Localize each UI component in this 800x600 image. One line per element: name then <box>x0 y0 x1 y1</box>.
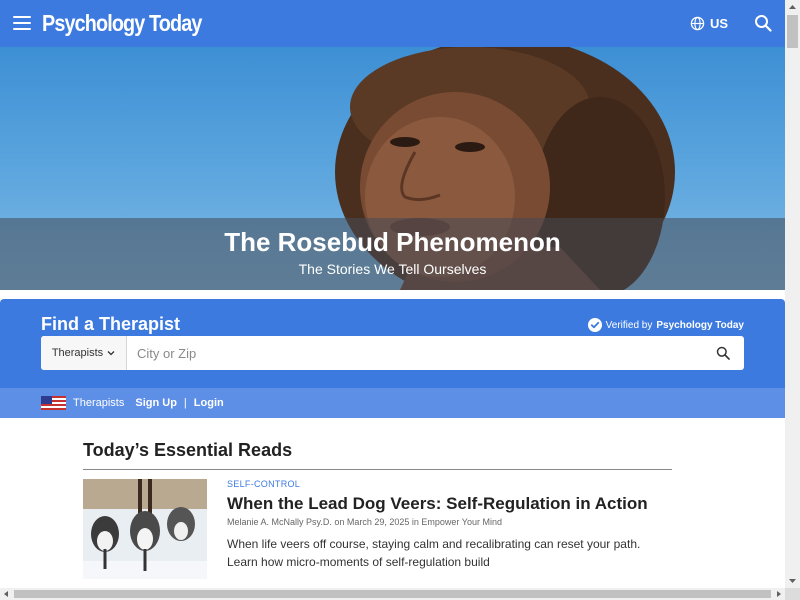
horizontal-scroll-thumb[interactable] <box>14 590 771 598</box>
find-therapist-title: Find a Therapist <box>41 314 181 334</box>
article-title[interactable]: When the Lead Dog Veers: Self-Regulation… <box>227 493 672 514</box>
article-meta: Melanie A. McNally Psy.D. on March 29, 2… <box>227 517 502 527</box>
hamburger-menu-icon[interactable] <box>13 16 31 30</box>
vertical-scroll-thumb[interactable] <box>787 15 798 48</box>
link-separator: | <box>183 397 187 409</box>
sign-up-link[interactable]: Sign Up <box>135 397 177 409</box>
hero-title[interactable]: The Rosebud Phenomenon <box>0 227 785 258</box>
chevron-down-icon <box>107 351 115 356</box>
page: Psychology Today US The Rosebud Phenomen… <box>0 0 785 588</box>
finder-links-bar: Therapists Sign Up | Login <box>0 388 785 418</box>
scrollbar-corner <box>785 588 800 600</box>
therapist-search-bar: Therapists <box>41 336 744 370</box>
site-logo[interactable]: Psychology Today <box>42 8 202 38</box>
login-link[interactable]: Login <box>194 397 224 409</box>
us-flag-icon <box>41 396 66 410</box>
scroll-right-arrow-icon[interactable] <box>773 588 785 600</box>
article-thumbnail[interactable] <box>83 479 207 579</box>
provider-type-select[interactable]: Therapists <box>41 336 127 370</box>
scroll-left-arrow-icon[interactable] <box>0 588 12 600</box>
scroll-up-arrow-icon[interactable] <box>785 0 800 14</box>
city-or-zip-input[interactable] <box>127 336 716 370</box>
verified-badge: Verified by Psychology Today <box>587 318 744 332</box>
vertical-scrollbar[interactable] <box>785 0 800 588</box>
globe-icon <box>690 16 705 30</box>
essential-reads-section: Today’s Essential Reads SELF-CONTROL Whe… <box>83 440 672 579</box>
provider-type-value: Therapists <box>51 347 104 359</box>
article-body: SELF-CONTROL When the Lead Dog Veers: Se… <box>227 479 672 571</box>
article-card[interactable]: SELF-CONTROL When the Lead Dog Veers: Se… <box>83 479 672 588</box>
find-therapist-panel: Find a Therapist Verified by Psychology … <box>0 299 785 418</box>
hero-banner[interactable]: The Rosebud Phenomenon The Stories We Te… <box>0 47 785 290</box>
region-selector[interactable]: US <box>690 14 728 32</box>
hero-subtitle: The Stories We Tell Ourselves <box>298 261 487 277</box>
verified-brand: Psychology Today <box>656 319 744 331</box>
search-icon[interactable] <box>754 14 772 32</box>
essential-reads-title: Today’s Essential Reads <box>83 440 672 470</box>
verified-check-icon <box>587 318 602 332</box>
verified-prefix: Verified by <box>605 319 653 331</box>
article-category[interactable]: SELF-CONTROL <box>227 479 672 489</box>
site-header: Psychology Today US <box>0 0 785 47</box>
scroll-down-arrow-icon[interactable] <box>785 574 800 588</box>
article-excerpt: When life veers off course, staying calm… <box>227 537 641 569</box>
horizontal-scrollbar[interactable] <box>0 588 785 600</box>
region-label: US <box>710 15 729 31</box>
therapists-link[interactable]: Therapists <box>73 397 124 409</box>
search-submit-icon[interactable] <box>716 346 730 360</box>
